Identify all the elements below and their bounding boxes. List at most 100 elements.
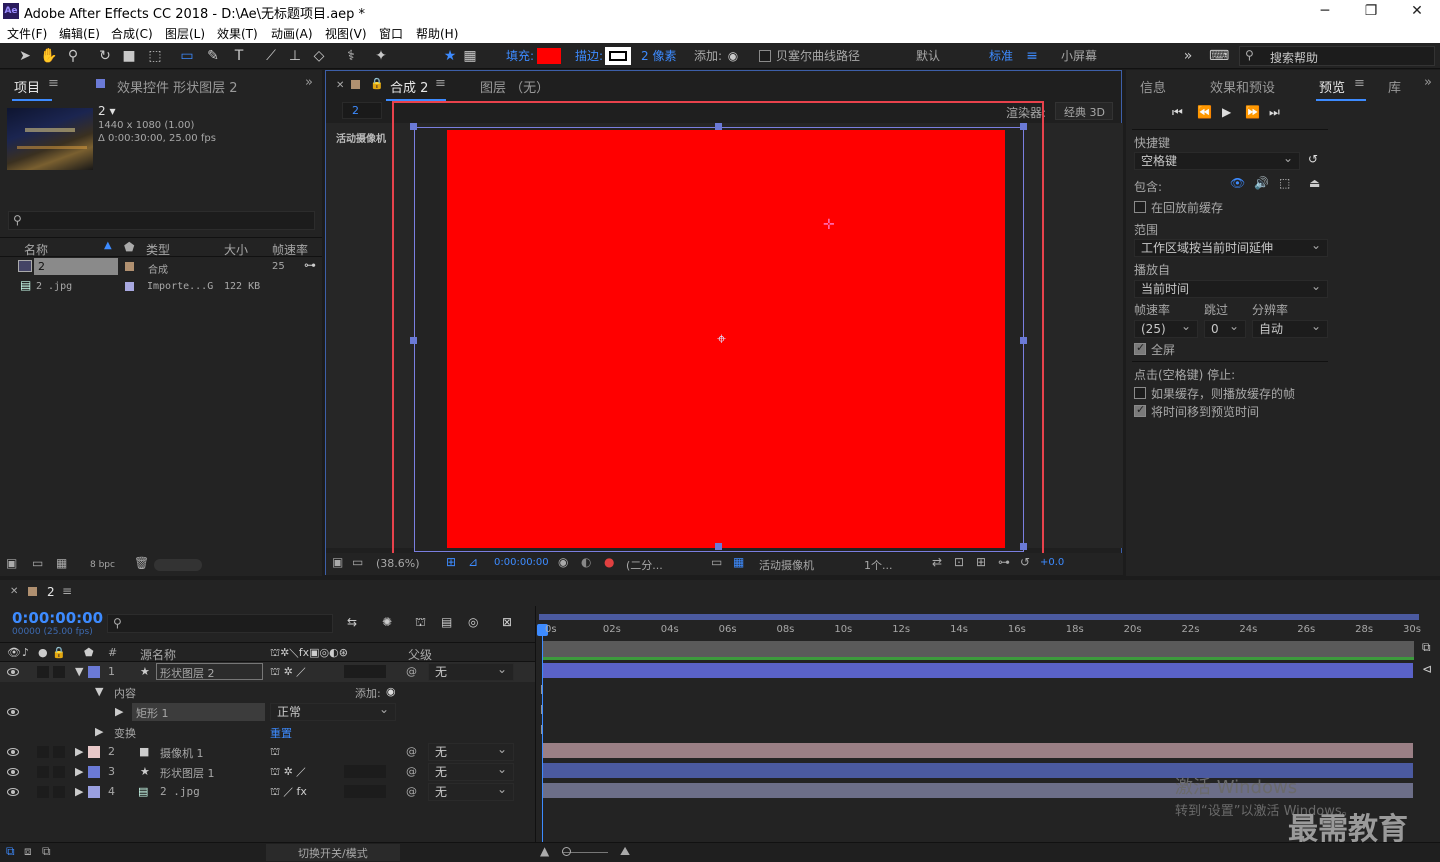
reset-exposure-icon[interactable]: ↺	[1020, 555, 1030, 569]
project-menu-icon[interactable]: ≡	[48, 76, 59, 91]
draft-3d-icon[interactable]: ✺	[382, 615, 392, 629]
layer-name[interactable]: 形状图层 2	[160, 665, 215, 681]
always-preview-icon[interactable]: ▣	[332, 555, 343, 569]
clone-stamp-tool-icon[interactable]: ⊥	[286, 47, 304, 65]
menu-window[interactable]: 窗口	[379, 25, 403, 42]
range-select[interactable]: 工作区域按当前时间延伸	[1134, 237, 1328, 257]
workspace-small-screen[interactable]: 小屏幕	[1061, 48, 1097, 64]
col-source-name[interactable]: 源名称	[140, 646, 176, 663]
layer-row[interactable]: ▼ 1 ★ 形状图层 2 ⛫ ✲ ⟋ @ 无	[0, 661, 535, 682]
col-type[interactable]: 类型	[146, 241, 170, 258]
first-frame-icon[interactable]: ⏮	[1172, 105, 1183, 120]
contents-row[interactable]: ▼ 内容 添加: ◉	[0, 682, 535, 702]
renderer-button[interactable]: 经典 3D	[1055, 102, 1113, 120]
menu-view[interactable]: 视图(V)	[325, 25, 367, 42]
collapse-arrow-icon[interactable]: ▶	[75, 785, 83, 798]
tab-info[interactable]: 信息	[1140, 77, 1166, 96]
include-layer-controls-icon[interactable]: ⏏	[1309, 176, 1320, 190]
tab-composition[interactable]: 合成 2	[390, 77, 428, 96]
project-item-row[interactable]: ▤ 2 .jpg Importe...G 122 KB	[0, 277, 322, 297]
hand-tool-icon[interactable]: ✋	[40, 47, 58, 65]
region-interest-icon[interactable]: ▭	[711, 555, 722, 569]
collapse-arrow-icon[interactable]: ▶	[75, 765, 83, 778]
comp-button-icon[interactable]: ⧉	[1422, 640, 1431, 655]
visibility-header-icon[interactable]: 👁	[7, 646, 21, 659]
current-time[interactable]: 0:00:00:00	[494, 557, 549, 568]
toggle-pixel-icon[interactable]: ⇄	[932, 555, 942, 569]
sort-up-icon[interactable]: ▲	[104, 240, 112, 251]
puppet-pin-tool-icon[interactable]: ✦	[372, 47, 390, 65]
collapse-arrow-icon[interactable]: ▶	[95, 725, 103, 738]
resolution-select[interactable]: (二分...	[626, 557, 663, 573]
visibility-eye-icon[interactable]	[7, 768, 19, 776]
stroke-width-value[interactable]: 2 像素	[641, 48, 676, 64]
resolution-select[interactable]: 自动	[1252, 318, 1328, 338]
brush-tool-icon[interactable]: ⟋	[262, 47, 280, 65]
comp-mini-flowchart-icon[interactable]: ⇆	[347, 615, 357, 629]
pick-whip-icon[interactable]: @	[406, 745, 417, 758]
layer-name[interactable]: 2 .jpg	[160, 785, 200, 798]
monitor-icon[interactable]: ▭	[352, 555, 363, 569]
comp-menu-icon[interactable]: ≡	[435, 76, 446, 91]
menu-animation[interactable]: 动画(A)	[271, 25, 313, 42]
rectangle-tool-icon[interactable]: ▭	[178, 47, 196, 65]
panel-expand-icon[interactable]: »	[1424, 75, 1432, 90]
if-cache-checkbox[interactable]	[1134, 387, 1146, 399]
label-header-icon[interactable]: ⬟	[84, 646, 94, 659]
lock-box[interactable]	[53, 746, 65, 758]
layer-row[interactable]: ▶ 2 ■ 摄像机 1 ⛫ @ 无	[0, 741, 535, 762]
motion-blur-icon[interactable]: ◎	[468, 615, 478, 629]
safe-area-icon[interactable]: ⊿	[468, 555, 478, 569]
menu-edit[interactable]: 编辑(E)	[59, 25, 100, 42]
comp-name[interactable]: 2 ▾	[98, 104, 115, 118]
tab-effects-controls[interactable]: 效果控件 形状图层 2	[117, 77, 238, 96]
flowchart-icon[interactable]: ⊶	[998, 555, 1010, 569]
fast-preview-icon[interactable]: ⊡	[954, 555, 964, 569]
layer-duration-bar[interactable]	[542, 743, 1413, 758]
sync-settings-icon[interactable]: ⌨	[1209, 47, 1229, 65]
shy-layers-icon[interactable]: ⛫	[415, 615, 426, 631]
lock-box[interactable]	[53, 666, 65, 678]
zoom-in-icon[interactable]: ⛰	[620, 844, 630, 859]
expand-arrow-icon[interactable]: ▼	[75, 665, 83, 678]
workspace-default[interactable]: 默认	[916, 48, 940, 64]
visibility-eye-icon[interactable]	[7, 668, 19, 676]
camera-select[interactable]: 活动摄像机	[759, 557, 814, 573]
maximize-button[interactable]: ❐	[1348, 0, 1394, 23]
pick-whip-icon[interactable]: @	[406, 765, 417, 778]
layer-switches-icons[interactable]: ⛫ ⟋ fx	[270, 785, 307, 800]
eraser-tool-icon[interactable]: ◇	[310, 47, 328, 65]
expand-arrow-icon[interactable]: ▼	[95, 685, 103, 698]
zoom-level[interactable]: (38.6%)	[376, 557, 420, 570]
blend-mode-select[interactable]: 正常	[270, 701, 396, 721]
visibility-eye-icon[interactable]	[7, 708, 19, 716]
layer-name[interactable]: 形状图层 1	[160, 765, 215, 781]
toggle-switches-modes-button[interactable]: 切换开关/模式	[266, 844, 400, 861]
layer-label-color[interactable]	[88, 786, 100, 798]
solo-box[interactable]	[37, 786, 49, 798]
add-dropdown-icon[interactable]: ◉	[726, 47, 740, 65]
time-navigator[interactable]	[539, 614, 1419, 620]
menu-help[interactable]: 帮助(H)	[416, 25, 458, 42]
play-from-select[interactable]: 当前时间	[1134, 278, 1328, 298]
work-area-bar[interactable]	[542, 641, 1414, 658]
tab-preview[interactable]: 预览	[1319, 77, 1345, 96]
close-button[interactable]: ✕	[1394, 0, 1440, 23]
layer-label-color[interactable]	[88, 746, 100, 758]
interpret-footage-icon[interactable]: ▣	[6, 556, 17, 570]
play-icon[interactable]: ▶	[1222, 105, 1231, 119]
project-search-input[interactable]: ⚲	[8, 211, 315, 230]
thumbnail-slider[interactable]	[154, 559, 202, 571]
roto-brush-tool-icon[interactable]: ⚕	[342, 47, 360, 65]
item-name[interactable]: 2 .jpg	[36, 281, 72, 292]
stroke-color-swatch[interactable]	[605, 47, 631, 65]
fps-select[interactable]: (25)	[1134, 318, 1198, 338]
next-frame-icon[interactable]: ⏩	[1245, 105, 1260, 119]
layer-switches-icons[interactable]: ⛫ ✲ ⟋	[270, 665, 306, 680]
snapshot-icon[interactable]: ◉	[558, 555, 568, 569]
navigator-range[interactable]	[539, 614, 1419, 620]
in-out-icon[interactable]: ⧉	[42, 844, 51, 859]
new-composition-icon[interactable]: ▦	[56, 556, 67, 570]
rectangle-row[interactable]: ▶ 矩形 1 正常	[0, 701, 535, 722]
view-layout-select[interactable]: 1个...	[864, 557, 893, 573]
